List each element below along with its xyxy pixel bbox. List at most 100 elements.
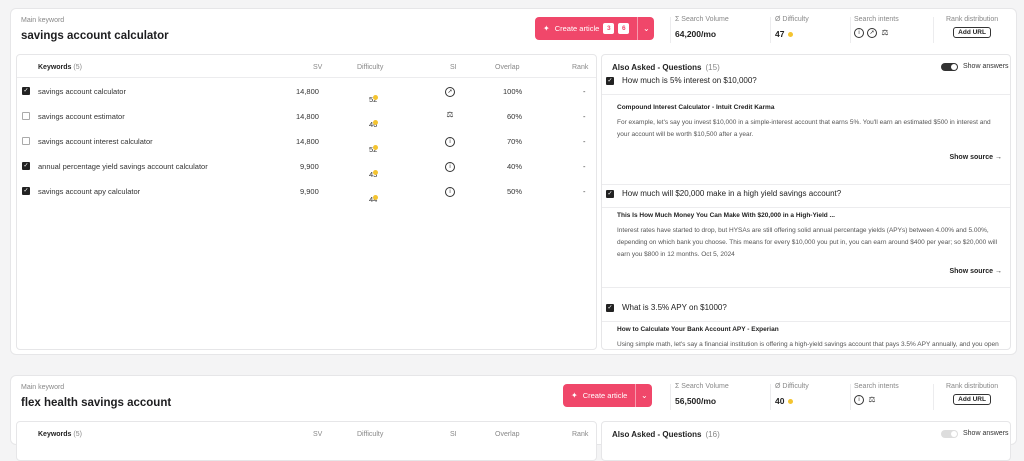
column-header-rank[interactable]: Rank — [572, 64, 588, 71]
question-row[interactable]: ✓ How much is 5% interest on $10,000? — [602, 73, 1010, 93]
create-article-button[interactable]: ✦ Create article 3 6 ⌄ — [535, 17, 655, 40]
table-row[interactable]: ✓ savings account calculator 14,800 52 ➚… — [17, 79, 596, 104]
answer-source-title: Compound Interest Calculator - Intuit Cr… — [617, 104, 775, 111]
difficulty-label: Ø Difficulty — [775, 16, 809, 23]
sv-cell: 14,800 — [296, 87, 319, 96]
also-asked-title-text: Also Asked - Questions — [612, 430, 702, 439]
divider — [850, 384, 851, 410]
row-checkbox[interactable]: ✓ — [22, 187, 30, 195]
answer-source-title: This Is How Much Money You Can Make With… — [617, 212, 835, 219]
create-article-label: Create article — [554, 24, 600, 33]
difficulty-dot-icon — [373, 95, 378, 100]
table-row[interactable]: ✓ annual percentage yield savings accoun… — [17, 154, 596, 179]
column-header-overlap[interactable]: Overlap — [495, 431, 520, 438]
rank-cell: - — [583, 187, 586, 196]
chevron-down-icon[interactable]: ⌄ — [636, 391, 652, 400]
sparkle-icon: ✦ — [571, 391, 578, 400]
compass-icon: ➚ — [867, 28, 877, 38]
table-row[interactable]: ✓ savings account apy calculator 9,900 4… — [17, 179, 596, 204]
show-source-link[interactable]: Show source → — [949, 154, 1002, 161]
column-header-si[interactable]: SI — [450, 64, 457, 71]
create-article-main[interactable]: ✦ Create article — [563, 384, 635, 407]
main-keyword-label: Main keyword — [21, 17, 65, 24]
row-checkbox[interactable] — [22, 137, 30, 145]
divider — [602, 287, 1010, 288]
search-volume-label: Σ Search Volume — [675, 383, 729, 390]
divider — [602, 207, 1010, 208]
sv-cell: 9,900 — [300, 187, 319, 196]
difficulty-value: 40 — [775, 396, 809, 406]
info-icon: i — [445, 187, 455, 197]
answer-source-title: How to Calculate Your Bank Account APY -… — [617, 326, 779, 333]
add-url-button[interactable]: Add URL — [953, 27, 991, 38]
question-text: How much will $20,000 make in a high yie… — [622, 189, 842, 198]
table-row[interactable]: savings account estimator 14,800 46 ⚖ 60… — [17, 104, 596, 129]
column-header-difficulty[interactable]: Difficulty — [357, 431, 383, 438]
difficulty-stat: Ø Difficulty 47 — [775, 16, 809, 39]
column-header-difficulty[interactable]: Difficulty — [357, 64, 383, 71]
rank-cell: - — [583, 137, 586, 146]
keyword-cell: savings account interest calculator — [38, 137, 153, 146]
scales-icon: ⚖ — [881, 28, 889, 37]
divider — [602, 94, 1010, 95]
answer-block: This Is How Much Money You Can Make With… — [617, 210, 1002, 261]
divider — [770, 17, 771, 43]
scales-icon: ⚖ — [446, 110, 454, 119]
keywords-header: Keywords (5) — [38, 64, 82, 71]
info-icon: i — [445, 162, 455, 172]
question-row[interactable]: ✓ What is 3.5% APY on $1000? — [602, 300, 1010, 320]
column-header-overlap[interactable]: Overlap — [495, 64, 520, 71]
sv-cell: 9,900 — [300, 162, 319, 171]
table-row[interactable]: savings account interest calculator 14,8… — [17, 129, 596, 154]
answer-text: Using simple math, let's say a financial… — [617, 341, 999, 348]
also-asked-count: (16) — [705, 430, 720, 439]
row-checkbox[interactable]: ✓ — [22, 87, 30, 95]
divider — [602, 184, 1010, 185]
question-item: ✓ How much is 5% interest on $10,000? Co… — [602, 73, 1010, 185]
search-volume-value: 64,200/mo — [675, 29, 717, 39]
question-text: How much is 5% interest on $10,000? — [622, 76, 757, 85]
question-row[interactable]: ✓ How much will $20,000 make in a high y… — [602, 186, 1010, 206]
question-checkbox[interactable]: ✓ — [606, 77, 614, 85]
rank-distribution-label: Rank distribution — [946, 383, 999, 390]
column-header-si[interactable]: SI — [450, 431, 457, 438]
create-article-main[interactable]: ✦ Create article 3 6 — [535, 17, 637, 40]
keyword-cell: savings account apy calculator — [38, 187, 141, 196]
show-answers-label: Show answers — [963, 63, 1009, 70]
add-url-button[interactable]: Add URL — [953, 394, 991, 405]
show-answers-toggle[interactable] — [941, 63, 958, 71]
rank-cell: - — [583, 162, 586, 171]
column-header-rank[interactable]: Rank — [572, 431, 588, 438]
difficulty-dot-icon — [373, 145, 378, 150]
divider — [850, 17, 851, 43]
sv-cell: 14,800 — [296, 112, 319, 121]
row-checkbox[interactable] — [22, 112, 30, 120]
difficulty-dot-icon — [788, 399, 794, 405]
question-checkbox[interactable]: ✓ — [606, 304, 614, 312]
overlap-cell: 50% — [507, 187, 523, 196]
question-checkbox[interactable]: ✓ — [606, 190, 614, 198]
question-text: What is 3.5% APY on $1000? — [622, 303, 727, 312]
keyword-cluster-card: Main keyword savings account calculator … — [10, 8, 1017, 355]
show-answers-toggle[interactable] — [941, 430, 958, 438]
difficulty-label: Ø Difficulty — [775, 383, 809, 390]
info-icon: i — [854, 395, 864, 405]
overlap-cell: 60% — [507, 112, 523, 121]
keywords-title: Keywords — [38, 64, 72, 71]
rank-cell: - — [583, 112, 586, 121]
search-intent-icons: i ➚ ⚖ — [854, 28, 899, 38]
chevron-down-icon[interactable]: ⌄ — [638, 24, 654, 33]
create-article-button[interactable]: ✦ Create article ⌄ — [563, 384, 653, 407]
main-keyword-title: savings account calculator — [21, 30, 169, 42]
column-header-sv[interactable]: SV — [313, 431, 322, 438]
row-checkbox[interactable]: ✓ — [22, 162, 30, 170]
show-source-link[interactable]: Show source → — [949, 268, 1002, 275]
main-keyword-title: flex health savings account — [21, 397, 172, 409]
count-badge: 3 — [603, 23, 615, 34]
column-header-sv[interactable]: SV — [313, 64, 322, 71]
search-volume-stat: Σ Search Volume 64,200/mo — [675, 16, 729, 39]
difficulty-dot-icon — [373, 195, 378, 200]
show-answers-label: Show answers — [963, 430, 1009, 437]
rank-distribution-label: Rank distribution — [946, 16, 999, 23]
overlap-cell: 40% — [507, 162, 523, 171]
